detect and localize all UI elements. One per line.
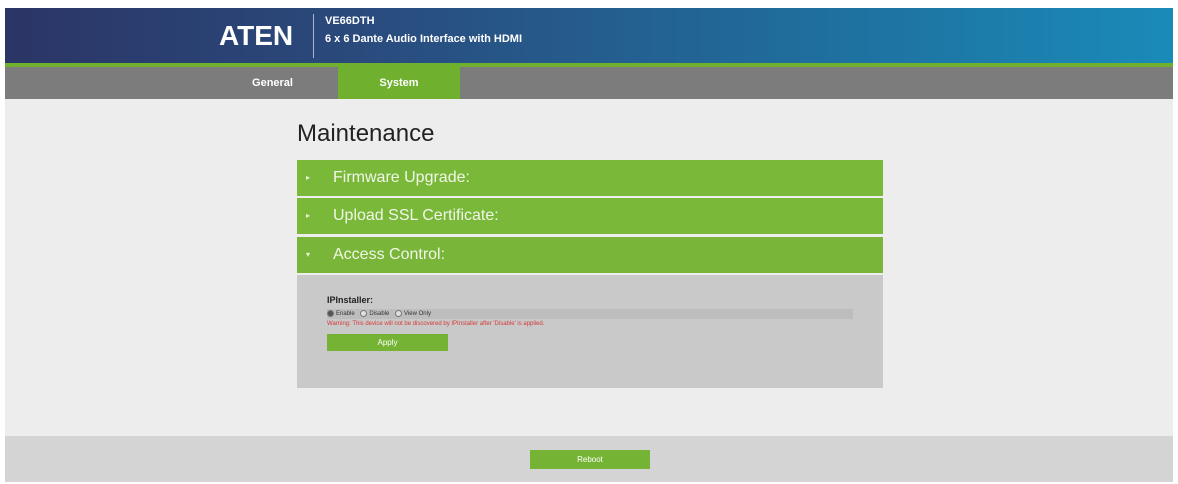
- access-control-panel: IPInstaller: Enable Disable View Only Wa…: [297, 275, 883, 388]
- radio-disable[interactable]: Disable: [360, 309, 389, 319]
- warning-text: Warning: This device will not be discove…: [327, 321, 545, 327]
- ipinstaller-radio-group: Enable Disable View Only: [327, 309, 853, 319]
- apply-button[interactable]: Apply: [327, 334, 448, 351]
- radio-label: Disable: [369, 311, 390, 317]
- radio-enable[interactable]: Enable: [327, 309, 355, 319]
- ipinstaller-label: IPInstaller:: [327, 295, 374, 305]
- tab-system[interactable]: System: [338, 67, 460, 99]
- model-name: VE66DTH: [325, 15, 375, 27]
- app-frame: ATEN VE66DTH 6 x 6 Dante Audio Interface…: [5, 8, 1173, 482]
- radio-view-only[interactable]: View Only: [395, 309, 431, 319]
- caret-right-icon: ▸: [306, 211, 311, 220]
- page-title: Maintenance: [297, 120, 435, 147]
- section-label: Access Control:: [333, 246, 446, 263]
- tab-general[interactable]: General: [210, 67, 335, 99]
- header-divider: [313, 14, 314, 58]
- radio-selected-icon: [327, 309, 334, 317]
- section-label: Upload SSL Certificate:: [333, 207, 499, 224]
- section-firmware-upgrade[interactable]: ▸ Firmware Upgrade:: [297, 160, 883, 196]
- radio-unselected-icon: [360, 309, 368, 317]
- radio-label: View Only: [404, 311, 431, 317]
- section-upload-ssl-certificate[interactable]: ▸ Upload SSL Certificate:: [297, 198, 883, 234]
- section-label: Firmware Upgrade:: [333, 169, 470, 186]
- radio-unselected-icon: [395, 309, 403, 317]
- product-name: 6 x 6 Dante Audio Interface with HDMI: [325, 33, 523, 45]
- reboot-button[interactable]: Reboot: [530, 450, 650, 469]
- caret-right-icon: ▸: [306, 173, 311, 182]
- section-access-control[interactable]: ▾ Access Control:: [297, 237, 883, 273]
- caret-down-icon: ▾: [306, 250, 311, 259]
- aten-logo: ATEN: [219, 20, 294, 51]
- footer-bar: Reboot: [5, 436, 1173, 482]
- nav-bar: General System: [5, 67, 1173, 99]
- header-banner: ATEN VE66DTH 6 x 6 Dante Audio Interface…: [5, 8, 1173, 63]
- radio-label: Enable: [336, 311, 355, 317]
